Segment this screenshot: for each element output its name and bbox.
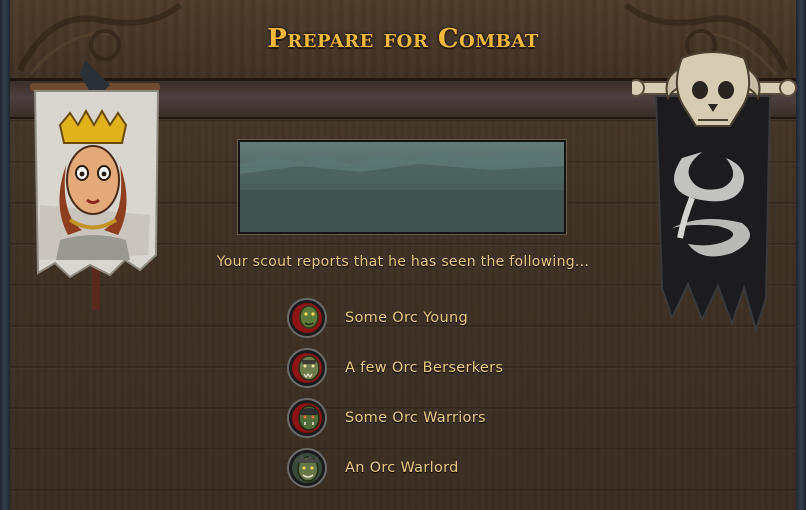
- enemy-faction-banner: [627, 48, 797, 338]
- enemy-label: An Orc Warlord: [345, 460, 459, 476]
- enemy-label: A few Orc Berserkers: [345, 360, 504, 376]
- orc-warlord-portrait-icon: [287, 448, 327, 488]
- orc-warrior-portrait-icon: [287, 398, 327, 438]
- player-faction-banner: [30, 55, 165, 315]
- list-item: An Orc Warlord: [287, 448, 587, 488]
- noble-house-banner-icon: [30, 60, 160, 310]
- scout-report-text: Your scout reports that he has seen the …: [216, 254, 590, 270]
- combat-screen: Prepare for Combat Your scout reports th…: [0, 0, 806, 510]
- list-item: Some Orc Warriors: [287, 398, 587, 438]
- orc-skull-banner-icon: [627, 51, 797, 334]
- list-item: Some Orc Young: [287, 298, 587, 338]
- misty-landscape-icon: [240, 142, 564, 232]
- enemy-label: Some Orc Warriors: [345, 410, 486, 426]
- orc-young-portrait-icon: [287, 298, 327, 338]
- list-item: A few Orc Berserkers: [287, 348, 587, 388]
- battlefield-preview-image: [237, 139, 567, 235]
- orc-berserker-portrait-icon: [287, 348, 327, 388]
- enemy-label: Some Orc Young: [345, 310, 468, 326]
